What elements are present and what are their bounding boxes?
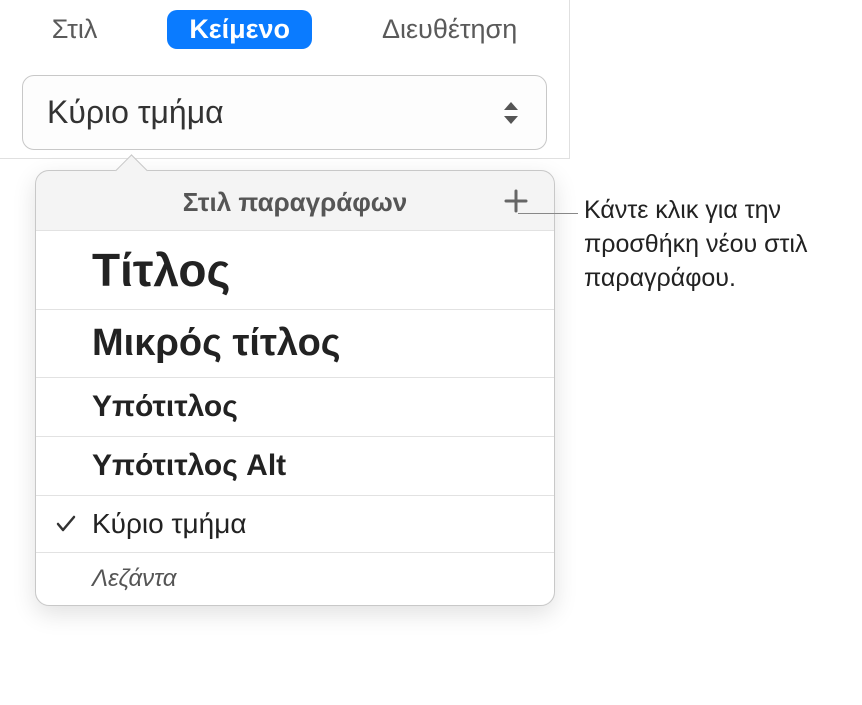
tab-text[interactable]: Κείμενο [167, 10, 312, 49]
plus-icon [503, 188, 529, 214]
callout-leader-line [518, 213, 578, 214]
popover-title: Στιλ παραγράφων [183, 187, 407, 218]
chevron-up-down-icon [500, 98, 522, 128]
style-item-label: Υπότιτλος [92, 390, 238, 423]
style-item-label: Τίτλος [92, 244, 230, 296]
style-item-subtitle[interactable]: Υπότιτλος [36, 377, 554, 436]
paragraph-style-select[interactable]: Κύριο τμήμα [22, 75, 547, 150]
style-item-label: Υπότιτλος Alt [92, 449, 286, 482]
style-item-label: Κύριο τμήμα [92, 508, 247, 539]
style-item-subtitle-alt[interactable]: Υπότιτλος Alt [36, 436, 554, 495]
style-item-label: Λεζάντα [92, 565, 177, 592]
format-panel: Στιλ Κείμενο Διευθέτηση Κύριο τμήμα Στιλ… [0, 0, 570, 159]
paragraph-styles-popover: Στιλ παραγράφων Τίτλος Μικρός τίτλος Υπό… [35, 170, 555, 606]
format-tabs: Στιλ Κείμενο Διευθέτηση [0, 0, 569, 63]
style-item-label: Μικρός τίτλος [92, 322, 341, 364]
checkmark-icon [54, 512, 78, 536]
paragraph-style-current: Κύριο τμήμα [47, 94, 224, 131]
style-item-title[interactable]: Τίτλος [36, 230, 554, 309]
tab-arrange[interactable]: Διευθέτηση [360, 10, 539, 49]
style-item-body[interactable]: Κύριο τμήμα [36, 495, 554, 552]
popover-header: Στιλ παραγράφων [36, 171, 554, 230]
style-item-small-title[interactable]: Μικρός τίτλος [36, 309, 554, 377]
callout-text: Κάντε κλικ για την προσθήκη νέου στιλ πα… [584, 194, 852, 295]
style-item-caption[interactable]: Λεζάντα [36, 552, 554, 605]
tab-style[interactable]: Στιλ [30, 10, 120, 49]
paragraph-styles-list: Τίτλος Μικρός τίτλος Υπότιτλος Υπότιτλος… [36, 230, 554, 605]
